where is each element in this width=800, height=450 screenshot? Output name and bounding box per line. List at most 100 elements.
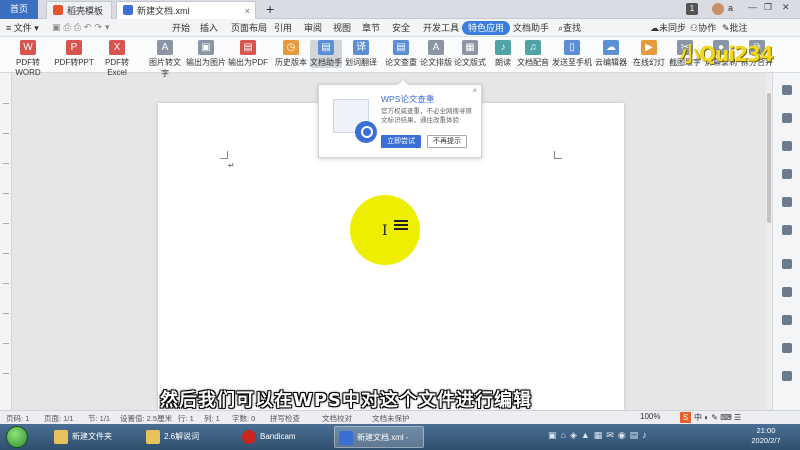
tools-icon[interactable]: [782, 371, 792, 381]
maximize-icon[interactable]: ❐: [764, 2, 772, 13]
send-to-phone-button[interactable]: ▯ 发送至手机: [552, 40, 592, 68]
export-pdf-label: 输出为PDF: [228, 58, 268, 67]
menu-special-apps[interactable]: 特色应用: [462, 21, 511, 35]
more-icon[interactable]: [782, 343, 792, 353]
tab-template[interactable]: 稻壳模板: [46, 1, 112, 19]
sync-label: 未同步: [659, 23, 687, 33]
menu-doc-assistant[interactable]: 文档助手: [513, 21, 549, 35]
tab-template-label: 稻壳模板: [67, 6, 104, 16]
paper-check-button[interactable]: ▤ 论文查重: [384, 40, 418, 68]
taskbar-item-wps[interactable]: 新建文档.xml - WPS...: [334, 426, 424, 448]
tab-document[interactable]: 新建文档.xml ×: [116, 1, 256, 19]
translate-icon: 译: [353, 40, 369, 55]
export-image-label: 输出为图片: [186, 58, 226, 67]
pdf-to-ppt-button[interactable]: P PDF转PPT: [54, 40, 94, 68]
style-icon[interactable]: [782, 197, 792, 207]
word-translate-button[interactable]: 译划词翻译: [344, 40, 378, 68]
doc-assistant-button[interactable]: ▤ 文档助手: [310, 40, 342, 68]
status-pages: 页面: 1/1: [44, 414, 74, 423]
dubbing-icon: ♫: [525, 40, 541, 55]
popup-title: WPS论文查重: [381, 94, 435, 104]
share-icon[interactable]: [782, 259, 792, 269]
sync-status[interactable]: ☁未同步: [650, 21, 686, 35]
close-window-icon[interactable]: ✕: [782, 2, 790, 13]
location-icon[interactable]: [782, 141, 792, 151]
avatar[interactable]: [712, 3, 724, 15]
menu-view[interactable]: 视图: [333, 21, 351, 35]
paper-format-label: 论文版式: [454, 58, 486, 67]
format-icon[interactable]: [782, 113, 792, 123]
export-pdf-button[interactable]: ▤ 输出为PDF: [228, 40, 268, 68]
cloud-editor-icon: ☁: [603, 40, 619, 55]
paper-format-icon: ▦: [462, 40, 478, 55]
cloud-editor-label: 云编辑器: [595, 58, 627, 67]
menu-developer[interactable]: 开发工具: [423, 21, 459, 35]
ruler-tick: [3, 223, 9, 224]
paper-layout-button[interactable]: A 论文排版: [420, 40, 452, 68]
doc-proof-toggle[interactable]: 文档校对: [322, 413, 352, 424]
menu-chapter[interactable]: 章节: [362, 21, 380, 35]
comment-icon: ✎: [722, 23, 730, 33]
system-clock[interactable]: 21:00 2020/2/7: [736, 426, 796, 446]
phone-icon: ▯: [564, 40, 580, 55]
spell-check-toggle[interactable]: 拼写检查: [270, 413, 300, 424]
image-to-text-button[interactable]: A 图片转文字: [146, 40, 184, 79]
menu-security[interactable]: 安全: [392, 21, 410, 35]
try-now-button[interactable]: 立即尝试: [381, 135, 421, 148]
folder-icon: [146, 430, 160, 444]
menu-review[interactable]: 审阅: [304, 21, 322, 35]
doc-protect-status[interactable]: 文档未保护: [372, 413, 410, 424]
collab-button[interactable]: ⚇协作: [690, 21, 716, 35]
paper-format-button[interactable]: ▦ 论文版式: [454, 40, 486, 68]
close-icon[interactable]: ×: [472, 86, 477, 95]
popup-illustration: [329, 95, 377, 145]
menu-file[interactable]: ≡ 文件 ▾: [6, 21, 39, 35]
menu-reference[interactable]: 引用: [274, 21, 292, 35]
system-tray-icons[interactable]: ▣⌂◈▲▦✉◉▤♪: [548, 430, 651, 441]
taskbar-item-folder[interactable]: 新建文件夹: [50, 426, 136, 448]
pdf-to-excel-button[interactable]: X PDF转Excel: [96, 40, 138, 77]
export-image-button[interactable]: ▣ 输出为图片: [186, 40, 226, 68]
quick-access-icons[interactable]: ▣⎙⎙↶↷▾: [52, 22, 113, 33]
new-tab-button[interactable]: +: [266, 0, 274, 18]
select-icon[interactable]: [782, 85, 792, 95]
doc-assistant-icon: ▤: [318, 40, 334, 55]
status-section: 节: 1/1: [88, 414, 111, 423]
history-version-button[interactable]: ◷ 历史版本: [274, 40, 308, 68]
history-icon: ◷: [283, 40, 299, 55]
magnifier-icon: [355, 121, 377, 143]
taskbar-item-script[interactable]: 2.6解说词: [142, 426, 232, 448]
username[interactable]: a: [728, 3, 733, 13]
dont-show-again-button[interactable]: 不再提示: [427, 135, 467, 148]
read-aloud-button[interactable]: ♪ 朗读: [492, 40, 514, 68]
comment-button[interactable]: ✎批注: [722, 21, 748, 35]
paragraph-mark: ↵: [228, 161, 235, 170]
collab-panel-icon[interactable]: [782, 315, 792, 325]
zoom-level[interactable]: 100%: [640, 412, 660, 421]
settings-icon[interactable]: [782, 169, 792, 179]
scrollbar-thumb[interactable]: [767, 93, 771, 223]
menu-insert[interactable]: 插入: [200, 21, 218, 35]
help-icon[interactable]: [782, 225, 792, 235]
cloud-editor-button[interactable]: ☁ 云编辑器: [594, 40, 628, 68]
minimize-icon[interactable]: —: [748, 2, 757, 12]
taskbar-item-bandicam[interactable]: Bandicam: [238, 426, 328, 448]
tab-home[interactable]: 首页: [0, 0, 38, 19]
online-slides-button[interactable]: ▶ 在线幻灯: [632, 40, 666, 68]
backup-icon[interactable]: [782, 287, 792, 297]
doc-dubbing-label: 文档配音: [517, 58, 549, 67]
input-method-bar[interactable]: S中 ◐ ✎ ⌨ ☰: [680, 412, 741, 423]
paper-layout-label: 论文排版: [420, 58, 452, 67]
ruler-tick: [3, 343, 9, 344]
start-button[interactable]: [6, 426, 28, 448]
status-bar: 页码: 1 页面: 1/1 节: 1/1 设置值: 2.5厘米 行: 1 列: …: [0, 410, 800, 424]
menu-search[interactable]: ⌕查找: [558, 21, 581, 35]
menu-search-label: 查找: [563, 23, 582, 33]
menu-page-layout[interactable]: 页面布局: [231, 21, 267, 35]
doc-dubbing-button[interactable]: ♫ 文档配音: [516, 40, 550, 68]
close-tab-icon[interactable]: ×: [245, 2, 250, 20]
menu-bar: ≡ 文件 ▾ ▣⎙⎙↶↷▾ 开始 插入 页面布局 引用 审阅 视图 章节 安全 …: [0, 19, 800, 37]
pdf-to-word-button[interactable]: W PDF转WORD: [6, 40, 50, 77]
notification-badge[interactable]: 1: [686, 3, 698, 15]
menu-start[interactable]: 开始: [172, 21, 190, 35]
